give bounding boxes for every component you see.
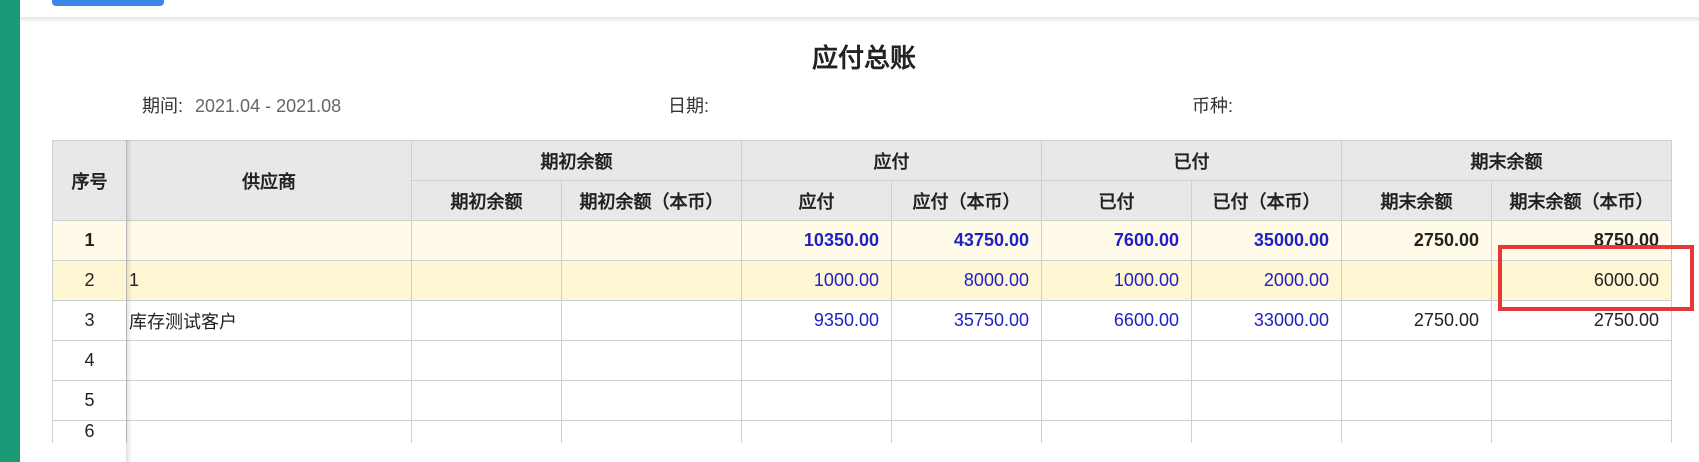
- period-value: 2021.04 - 2021.08: [195, 96, 342, 116]
- cell-paid-local: 33000.00: [1191, 300, 1342, 341]
- column-group-closing-balance: 期末余额: [1341, 140, 1672, 181]
- cell-index: 5: [52, 380, 127, 421]
- table-row[interactable]: 2 1 1000.00 8000.00 1000.00 2000.00 6000…: [52, 260, 1672, 301]
- column-header-closing-local[interactable]: 期末余额（本币）: [1491, 180, 1672, 221]
- cell-closing: 2750.00: [1341, 300, 1492, 341]
- cell-payable: 9350.00: [741, 300, 892, 341]
- date-label: 日期:: [668, 96, 710, 116]
- cell-payable: 1000.00: [741, 260, 892, 301]
- column-header-opening-local[interactable]: 期初余额（本币）: [561, 180, 742, 221]
- cell-index: 2: [52, 260, 127, 301]
- cell-supplier: [126, 340, 412, 381]
- cell-closing-local: [1491, 380, 1672, 421]
- column-group-opening-balance: 期初余额: [411, 140, 742, 181]
- table-row[interactable]: 4: [52, 340, 1672, 381]
- cell-opening: [411, 220, 562, 261]
- cell-opening: [411, 380, 562, 421]
- period-label: 期间:: [142, 96, 184, 116]
- cell-closing: [1341, 340, 1492, 381]
- cell-payable: [741, 380, 892, 421]
- column-group-payable: 应付: [741, 140, 1042, 181]
- cell-index: 4: [52, 340, 127, 381]
- cell-opening-local: [561, 380, 742, 421]
- period-info: 期间: 2021.04 - 2021.08: [142, 92, 341, 118]
- cell-index: 3: [52, 300, 127, 341]
- column-header-paid[interactable]: 已付: [1041, 180, 1192, 221]
- cell-closing-local: 2750.00: [1491, 300, 1672, 341]
- header-row-groups: 序号 供应商 期初余额 应付 已付 期末余额: [52, 140, 1672, 221]
- cell-supplier: [126, 220, 412, 261]
- report-page: 应付总账 期间: 2021.04 - 2021.08 日期: 币种: 序号 供应商…: [0, 0, 1699, 462]
- cell-opening-local: [561, 340, 742, 381]
- currency-info: 币种:: [1192, 92, 1233, 118]
- cell-closing: 2750.00: [1341, 220, 1492, 261]
- cell-opening: [411, 420, 562, 443]
- date-info: 日期:: [668, 92, 709, 118]
- cell-opening: [411, 300, 562, 341]
- cell-payable: [741, 340, 892, 381]
- column-group-paid: 已付: [1041, 140, 1342, 181]
- currency-label: 币种:: [1192, 96, 1234, 116]
- cell-closing: [1341, 380, 1492, 421]
- column-header-opening[interactable]: 期初余额: [411, 180, 562, 221]
- cell-payable-local: 35750.00: [891, 300, 1042, 341]
- cell-opening-local: [561, 300, 742, 341]
- cell-opening-local: [561, 420, 742, 443]
- cell-closing: [1341, 420, 1492, 443]
- payables-ledger-table: 序号 供应商 期初余额 应付 已付 期末余额 期初余额 期初余额（本币） 应付 …: [52, 140, 1672, 443]
- report-title: 应付总账: [811, 43, 916, 73]
- cell-paid: [1041, 340, 1192, 381]
- cell-paid-local: 35000.00: [1191, 220, 1342, 261]
- cell-closing-local: [1491, 420, 1672, 443]
- cell-payable-local: [891, 380, 1042, 421]
- cell-paid: [1041, 380, 1192, 421]
- cell-opening-local: [561, 260, 742, 301]
- cell-closing-local: 8750.00: [1491, 220, 1672, 261]
- cell-payable: 10350.00: [741, 220, 892, 261]
- cell-paid: 1000.00: [1041, 260, 1192, 301]
- column-header-payable-local[interactable]: 应付（本币）: [891, 180, 1042, 221]
- column-header-supplier[interactable]: 供应商: [126, 140, 412, 221]
- table-row[interactable]: 6: [52, 420, 1672, 443]
- cell-index: 6: [52, 420, 127, 443]
- cell-supplier: [126, 420, 412, 443]
- cell-paid-local: [1191, 340, 1342, 381]
- cell-payable-local: 8000.00: [891, 260, 1042, 301]
- cell-payable-local: [891, 420, 1042, 443]
- cell-supplier: 1: [126, 260, 412, 301]
- column-header-index[interactable]: 序号: [52, 140, 127, 221]
- cell-paid: 6600.00: [1041, 300, 1192, 341]
- cell-paid: [1041, 420, 1192, 443]
- cell-closing-local: [1491, 340, 1672, 381]
- cell-payable-local: 43750.00: [891, 220, 1042, 261]
- cell-payable-local: [891, 340, 1042, 381]
- cell-closing-local: 6000.00: [1491, 260, 1672, 301]
- cell-paid-local: [1191, 420, 1342, 443]
- table-row-total[interactable]: 1 10350.00 43750.00 7600.00 35000.00 275…: [52, 220, 1672, 261]
- column-header-payable[interactable]: 应付: [741, 180, 892, 221]
- cell-closing: [1341, 260, 1492, 301]
- table-row[interactable]: 3 库存测试客户 9350.00 35750.00 6600.00 33000.…: [52, 300, 1672, 341]
- cell-paid-local: [1191, 380, 1342, 421]
- cell-supplier: 库存测试客户: [126, 300, 412, 341]
- cell-supplier: [126, 380, 412, 421]
- cell-payable: [741, 420, 892, 443]
- toolbar-button[interactable]: [52, 0, 164, 6]
- cell-opening: [411, 340, 562, 381]
- cell-opening-local: [561, 220, 742, 261]
- cell-index: 1: [52, 220, 127, 261]
- table-row[interactable]: 5: [52, 380, 1672, 421]
- cell-paid-local: 2000.00: [1191, 260, 1342, 301]
- cell-opening: [411, 260, 562, 301]
- cell-paid: 7600.00: [1041, 220, 1192, 261]
- toolbar-divider: [20, 17, 1699, 23]
- column-header-closing[interactable]: 期末余额: [1341, 180, 1492, 221]
- column-header-paid-local[interactable]: 已付（本币）: [1191, 180, 1342, 221]
